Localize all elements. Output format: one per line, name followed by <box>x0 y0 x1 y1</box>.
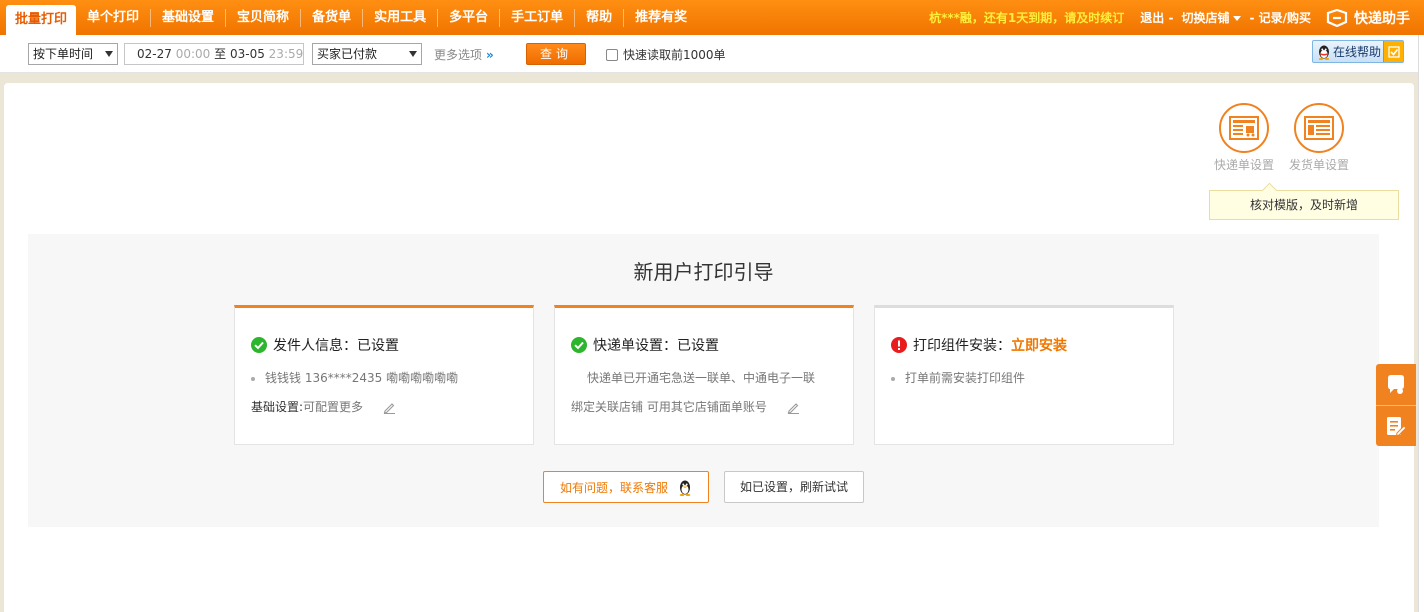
bind-shop-line: 绑定关联店铺 可用其它店铺面单账号 <box>571 398 800 415</box>
sender-detail: 钱钱钱 136****2435 嘞嘞嘞嘞嘞嘞 <box>251 369 458 386</box>
contact-support-label: 如有问题，联系客服 <box>559 480 668 495</box>
card-heading: 打印组件安装： 立即安装 <box>891 335 1067 355</box>
edit-pencil-icon[interactable] <box>787 401 800 414</box>
check-circle-icon <box>251 337 267 353</box>
brand-logo: 快递助手 <box>1325 8 1410 28</box>
refresh-button[interactable]: 如已设置，刷新试试 <box>724 471 864 503</box>
delivery-template-icon <box>1294 103 1344 153</box>
bullet <box>891 376 895 381</box>
guide-title: 新用户打印引导 <box>633 260 774 284</box>
tab-item-short-name[interactable]: 宝贝简称 <box>225 8 300 27</box>
template-tooltip: 核对模版，及时新增 <box>1209 190 1399 220</box>
tab-multi-platform[interactable]: 多平台 <box>437 8 499 27</box>
express-detail: 快递单已开通宅急送一联单、中通电子一联 <box>587 371 816 385</box>
tab-tools[interactable]: 实用工具 <box>362 8 437 27</box>
basic-settings-key: 基础设置: <box>251 400 304 414</box>
express-template-settings[interactable]: 快递单设置 <box>1209 103 1279 173</box>
more-options-label: 更多选项 <box>434 48 483 62</box>
bullet <box>251 376 255 381</box>
date-start: 02-27 <box>137 47 172 61</box>
nav-right: 杭***融，还有1天到期，请及时续订 退出 - 切换店铺 - 记录/购买 快递助… <box>929 0 1424 35</box>
quick-read-label: 快速读取前1000单 <box>623 48 726 62</box>
switch-shop-label: 切换店铺 <box>1181 11 1230 25</box>
switch-shop-link[interactable]: 切换店铺 <box>1181 9 1242 26</box>
chevron-down-icon <box>409 51 417 57</box>
customer-service-button[interactable] <box>1376 364 1416 405</box>
more-options-link[interactable]: 更多选项» <box>434 46 494 63</box>
side-toolbar <box>1376 364 1416 446</box>
card-heading: 快递单设置：已设置 <box>571 335 719 355</box>
query-button[interactable]: 查询 <box>526 43 586 65</box>
tab-manual-order[interactable]: 手工订单 <box>499 8 574 27</box>
bind-shop-text: 绑定关联店铺 可用其它店铺面单账号 <box>571 400 767 414</box>
online-help-button[interactable]: 在线帮助 <box>1312 40 1404 63</box>
quick-read-option[interactable]: 快速读取前1000单 <box>606 46 726 63</box>
tab-single-print[interactable]: 单个打印 <box>76 9 150 27</box>
chevron-down-icon <box>105 51 113 57</box>
card-title: 发件人信息：已设置 <box>273 338 399 354</box>
order-status-select[interactable]: 买家已付款 <box>312 43 422 65</box>
basic-settings-line: 基础设置:可配置更多 <box>251 398 396 415</box>
tab-stock-list[interactable]: 备货单 <box>300 8 362 27</box>
logout-link[interactable]: 退出 - <box>1140 9 1173 26</box>
top-nav: 批量打印 单个打印 基础设置 宝贝简称 备货单 实用工具 多平台 手工订单 帮助… <box>0 0 1424 35</box>
card-title: 快递单设置：已设置 <box>593 338 719 354</box>
contact-support-button[interactable]: 如有问题，联系客服 <box>543 471 709 503</box>
time-type-value: 按下单时间 <box>33 47 94 61</box>
delivery-template-settings[interactable]: 发货单设置 <box>1284 103 1354 173</box>
tab-help[interactable]: 帮助 <box>574 8 623 27</box>
chevron-down-icon <box>1233 16 1242 21</box>
print-component-card: 打印组件安装： 立即安装 打单前需安装打印组件 <box>874 305 1174 445</box>
logo-icon <box>1326 8 1348 27</box>
check-circle-icon <box>571 337 587 353</box>
install-now-link[interactable]: 立即安装 <box>1011 335 1067 355</box>
express-template-icon <box>1219 103 1269 153</box>
delivery-template-label: 发货单设置 <box>1288 158 1349 172</box>
date-range-input[interactable]: 02-27 00:00 至 03-05 23:59 <box>124 43 304 65</box>
quick-read-checkbox[interactable] <box>606 48 618 61</box>
page-scrollbar[interactable] <box>1418 35 1424 612</box>
edit-note-icon <box>1387 417 1407 437</box>
chat-bubble-icon <box>1388 374 1404 394</box>
time-type-select[interactable]: 按下单时间 <box>28 43 118 65</box>
express-settings-card: 快递单设置：已设置 快递单已开通宅急送一联单、中通电子一联 绑定关联店铺 可用其… <box>554 305 854 445</box>
online-help-label: 在线帮助 <box>1333 45 1382 59</box>
order-status-value: 买家已付款 <box>317 47 378 61</box>
component-detail-text: 打单前需安装打印组件 <box>905 371 1026 385</box>
brand-name: 快递助手 <box>1354 10 1410 27</box>
express-template-label: 快递单设置 <box>1213 158 1274 172</box>
check-icon <box>1383 41 1403 62</box>
tab-referral[interactable]: 推荐有奖 <box>623 8 698 27</box>
edit-pencil-icon[interactable] <box>383 401 396 414</box>
main-menu: 批量打印 单个打印 基础设置 宝贝简称 备货单 实用工具 多平台 手工订单 帮助… <box>0 0 698 35</box>
basic-settings-value: 可配置更多 <box>303 400 364 414</box>
date-end: 03-05 <box>229 47 265 61</box>
filter-bar: 按下单时间 02-27 00:00 至 03-05 23:59 买家已付款 更多… <box>0 35 1424 73</box>
double-chevron-right-icon: » <box>486 48 494 62</box>
card-heading: 发件人信息：已设置 <box>251 335 399 355</box>
sender-detail-text: 钱钱钱 136****2435 嘞嘞嘞嘞嘞嘞 <box>265 371 459 385</box>
record-buy-link[interactable]: - 记录/购买 <box>1249 9 1311 26</box>
qq-penguin-icon <box>1318 45 1330 60</box>
card-title: 打印组件安装： <box>913 338 1011 354</box>
component-detail: 打单前需安装打印组件 <box>891 369 1025 386</box>
time-end: 23:59 <box>268 47 304 61</box>
expire-notice[interactable]: 杭***融，还有1天到期，请及时续订 <box>929 9 1124 26</box>
feedback-button[interactable] <box>1376 405 1416 446</box>
tab-basic-settings[interactable]: 基础设置 <box>150 8 225 27</box>
date-to: 至 <box>214 47 227 61</box>
error-circle-icon <box>891 337 907 353</box>
qq-penguin-icon <box>679 480 691 496</box>
sender-info-card: 发件人信息：已设置 钱钱钱 136****2435 嘞嘞嘞嘞嘞嘞 基础设置:可配… <box>234 305 534 445</box>
time-start: 00:00 <box>175 47 211 61</box>
tab-batch-print[interactable]: 批量打印 <box>6 5 77 35</box>
